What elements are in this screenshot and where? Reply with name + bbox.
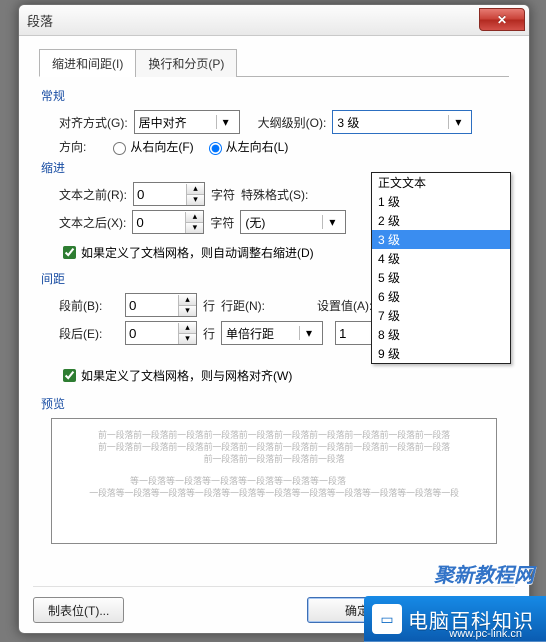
chevron-down-icon: ▾ bbox=[322, 215, 341, 229]
checkbox-auto-adjust-indent[interactable]: 如果定义了文档网格，则自动调整右缩进(D) bbox=[59, 244, 314, 262]
outline-dropdown[interactable]: 正文文本 1 级 2 级 3 级 4 级 5 级 6 级 7 级 8 级 9 级 bbox=[371, 172, 511, 364]
spinner-buttons[interactable]: ▴▾ bbox=[185, 212, 203, 233]
radio-rtl-input[interactable] bbox=[113, 142, 126, 155]
space-before-input[interactable] bbox=[126, 296, 178, 314]
outline-value: 3 级 bbox=[337, 114, 359, 131]
indent-after-input[interactable] bbox=[133, 213, 185, 231]
label-space-after: 段后(E): bbox=[59, 325, 119, 342]
outline-option[interactable]: 6 级 bbox=[372, 287, 510, 306]
outline-option[interactable]: 2 级 bbox=[372, 211, 510, 230]
label-indent-after: 文本之后(X): bbox=[59, 214, 126, 231]
close-icon: ✕ bbox=[497, 13, 507, 27]
outline-option[interactable]: 8 级 bbox=[372, 325, 510, 344]
label-alignment: 对齐方式(G): bbox=[59, 114, 128, 131]
spinner-buttons[interactable]: ▴▾ bbox=[178, 295, 196, 316]
radio-ltr-label: 从左向右(L) bbox=[226, 138, 289, 155]
space-after-spinner[interactable]: ▴▾ bbox=[125, 321, 197, 345]
label-set-value: 设置值(A): bbox=[317, 297, 372, 314]
alignment-combobox[interactable]: 居中对齐 ▾ bbox=[134, 110, 240, 134]
outline-option[interactable]: 4 级 bbox=[372, 249, 510, 268]
button-label: 确定 bbox=[345, 602, 369, 619]
checkbox-snap-to-grid[interactable]: 如果定义了文档网格，则与网格对齐(W) bbox=[59, 367, 292, 385]
outline-option[interactable]: 5 级 bbox=[372, 268, 510, 287]
indent-before-input[interactable] bbox=[134, 185, 186, 203]
paragraph-dialog: 段落 ✕ 缩进和间距(I) 换行和分页(P) 常规 对齐方式(G): 居中对齐 … bbox=[18, 4, 530, 634]
preview-line: 一段落等一段落等一段落等一段落等一段落等一段落等一段落等一段落等一段落等一段落等… bbox=[70, 487, 478, 499]
unit-label: 行 bbox=[203, 297, 215, 314]
section-preview: 预览 bbox=[41, 395, 515, 412]
checkbox-label: 如果定义了文档网格，则自动调整右缩进(D) bbox=[81, 244, 314, 261]
cancel-button[interactable]: 取消 bbox=[415, 597, 515, 623]
radio-rtl-label: 从右向左(F) bbox=[130, 138, 193, 155]
preview-line: 等一段落等一段落等一段落等一段落等一段落等一段落 bbox=[70, 475, 478, 487]
chevron-down-icon: ▾ bbox=[216, 115, 235, 129]
tab-line-page-breaks[interactable]: 换行和分页(P) bbox=[135, 49, 237, 77]
unit-label: 行 bbox=[203, 325, 215, 342]
checkbox-input[interactable] bbox=[63, 246, 76, 259]
indent-after-spinner[interactable]: ▴▾ bbox=[132, 210, 204, 234]
outline-level-combobox[interactable]: 3 级 ▾ bbox=[332, 110, 472, 134]
button-label: 取消 bbox=[453, 602, 477, 619]
preview-box: 前一段落前一段落前一段落前一段落前一段落前一段落前一段落前一段落前一段落前一段落… bbox=[51, 418, 497, 544]
tab-strip: 缩进和间距(I) 换行和分页(P) bbox=[39, 48, 509, 77]
outline-option[interactable]: 9 级 bbox=[372, 344, 510, 363]
content-area: 缩进和间距(I) 换行和分页(P) 常规 对齐方式(G): 居中对齐 ▾ 大纲级… bbox=[19, 36, 529, 552]
outline-option[interactable]: 1 级 bbox=[372, 192, 510, 211]
special-format-combobox[interactable]: (无) ▾ bbox=[240, 210, 346, 234]
button-label: 制表位(T)... bbox=[48, 602, 109, 619]
radio-rtl[interactable]: 从右向左(F) bbox=[108, 138, 193, 155]
label-direction: 方向: bbox=[59, 138, 86, 155]
space-before-spinner[interactable]: ▴▾ bbox=[125, 293, 197, 317]
space-after-input[interactable] bbox=[126, 324, 178, 342]
alignment-value: 居中对齐 bbox=[139, 114, 187, 131]
outline-option-selected[interactable]: 3 级 bbox=[372, 230, 510, 249]
unit-label: 字符 bbox=[210, 214, 234, 231]
label-outline-level: 大纲级别(O): bbox=[258, 114, 327, 131]
radio-ltr[interactable]: 从左向右(L) bbox=[204, 138, 289, 155]
checkbox-input[interactable] bbox=[63, 369, 76, 382]
chevron-down-icon: ▾ bbox=[448, 115, 467, 129]
preview-line: 前一段落前一段落前一段落前一段落前一段落前一段落前一段落前一段落前一段落前一段落 bbox=[70, 429, 478, 441]
dialog-footer: 制表位(T)... 确定 取消 bbox=[33, 586, 515, 623]
indent-before-spinner[interactable]: ▴▾ bbox=[133, 182, 205, 206]
section-general: 常规 bbox=[41, 87, 515, 104]
line-spacing-combobox[interactable]: 单倍行距 ▾ bbox=[221, 321, 323, 345]
spinner-buttons[interactable]: ▴▾ bbox=[186, 184, 204, 205]
label-line-spacing: 行距(N): bbox=[221, 297, 265, 314]
spinner-buttons[interactable]: ▴▾ bbox=[178, 323, 196, 344]
label-special-format: 特殊格式(S): bbox=[241, 186, 308, 203]
window-title: 段落 bbox=[27, 11, 53, 30]
checkbox-label: 如果定义了文档网格，则与网格对齐(W) bbox=[81, 367, 292, 384]
line-spacing-value: 单倍行距 bbox=[226, 325, 274, 342]
label-space-before: 段前(B): bbox=[59, 297, 119, 314]
tabs-button[interactable]: 制表位(T)... bbox=[33, 597, 124, 623]
label-indent-before: 文本之前(R): bbox=[59, 186, 127, 203]
close-button[interactable]: ✕ bbox=[479, 8, 525, 31]
outline-option[interactable]: 7 级 bbox=[372, 306, 510, 325]
preview-line: 前一段落前一段落前一段落前一段落 bbox=[70, 453, 478, 465]
tab-indent-spacing[interactable]: 缩进和间距(I) bbox=[39, 49, 136, 77]
unit-label: 字符 bbox=[211, 186, 235, 203]
titlebar[interactable]: 段落 ✕ bbox=[19, 5, 529, 36]
tab-label: 换行和分页(P) bbox=[148, 57, 224, 71]
preview-line: 前一段落前一段落前一段落前一段落前一段落前一段落前一段落前一段落前一段落前一段落 bbox=[70, 441, 478, 453]
outline-option[interactable]: 正文文本 bbox=[372, 173, 510, 192]
chevron-down-icon: ▾ bbox=[299, 326, 318, 340]
radio-ltr-input[interactable] bbox=[209, 142, 222, 155]
tab-label: 缩进和间距(I) bbox=[52, 57, 123, 71]
ok-button[interactable]: 确定 bbox=[307, 597, 407, 623]
special-value: (无) bbox=[245, 214, 265, 231]
